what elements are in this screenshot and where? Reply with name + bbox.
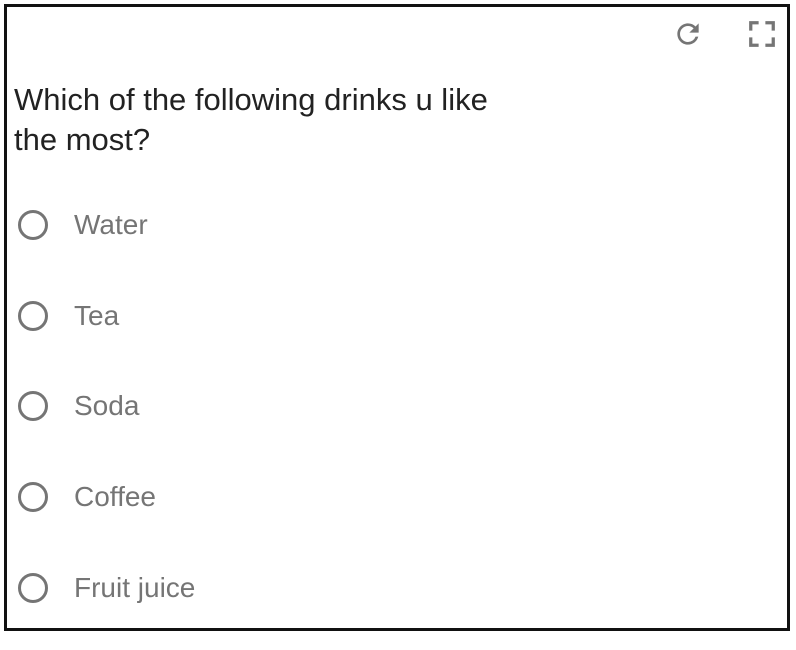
option-water[interactable]: Water (16, 197, 195, 253)
answer-options: Water Tea Soda Coffee Fruit juice (16, 197, 195, 650)
question-text: Which of the following drinks u like the… (14, 80, 554, 160)
option-soda[interactable]: Soda (16, 378, 195, 434)
option-tea[interactable]: Tea (16, 288, 195, 344)
quiz-card: Which of the following drinks u like the… (4, 4, 790, 631)
option-coffee[interactable]: Coffee (16, 469, 195, 525)
option-label: Coffee (74, 481, 156, 513)
option-label: Tea (74, 299, 120, 331)
question-line-1: Which of the following drinks u like (14, 82, 488, 117)
radio-button[interactable] (18, 210, 48, 240)
refresh-icon (677, 23, 699, 45)
radio-button[interactable] (18, 482, 48, 513)
option-label: Water (74, 209, 148, 240)
fullscreen-icon (749, 21, 775, 47)
radio-button[interactable] (18, 572, 48, 603)
option-label: Soda (74, 390, 140, 422)
toolbar (671, 17, 779, 51)
refresh-button[interactable] (671, 17, 705, 51)
fullscreen-button[interactable] (745, 17, 779, 51)
radio-button[interactable] (18, 391, 48, 422)
radio-button[interactable] (18, 300, 48, 331)
question-line-2: the most? (14, 122, 151, 157)
option-fruit-juice[interactable]: Fruit juice (16, 560, 195, 616)
option-label: Fruit juice (74, 571, 196, 603)
